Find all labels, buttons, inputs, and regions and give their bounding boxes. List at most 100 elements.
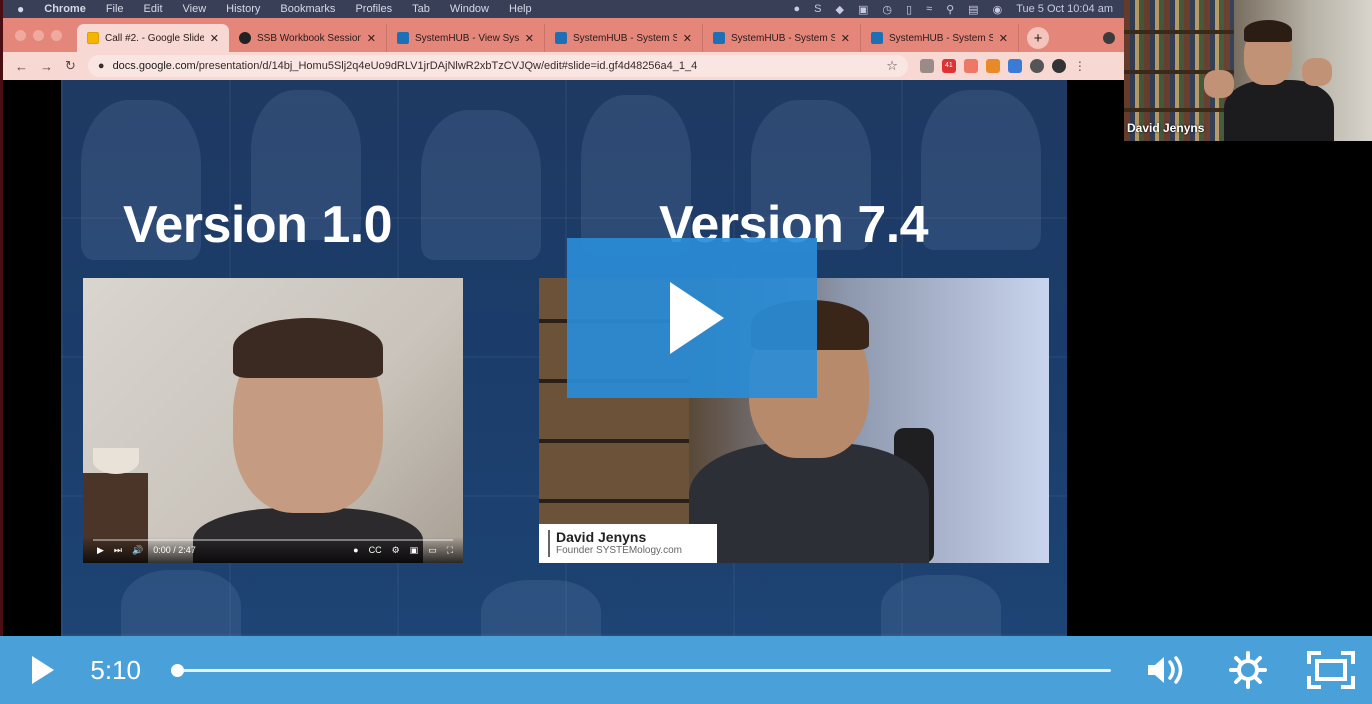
close-window-icon	[15, 30, 26, 41]
menu-bookmarks: Bookmarks	[280, 3, 336, 15]
search-icon: ⚲	[946, 3, 955, 16]
menu-help: Help	[509, 3, 532, 15]
play-icon: ▶	[97, 544, 104, 555]
menu-profiles: Profiles	[355, 3, 393, 15]
browser-tab: Call #2. - Google Slides ✕	[77, 24, 229, 52]
captions-icon: CC	[368, 545, 382, 555]
slide: Version 1.0 Version 7.4 ▶ ⏭ 🔊 0:00 / 2:4…	[61, 80, 1067, 636]
siri-icon: ◉	[992, 3, 1003, 16]
apple-icon: ●	[17, 2, 25, 16]
browser-tab: SystemHUB - System Sl ✕	[861, 24, 1019, 52]
current-time: 5:10	[90, 654, 141, 685]
battery-icon: ▯	[906, 3, 913, 16]
volume-icon	[1148, 656, 1183, 684]
lower-third-role: Founder SYSTEMology.com	[556, 545, 682, 556]
browser-toolbar: ← → ↻ ● docs.google.com/presentation/d/1…	[3, 52, 1124, 80]
fullscreen-button[interactable]	[1290, 636, 1372, 704]
tab-title: Call #2. - Google Slides	[105, 32, 204, 44]
webcam-panel: David Jenyns	[1124, 0, 1372, 636]
systemhub-icon	[397, 32, 409, 44]
minimize-window-icon	[33, 30, 44, 41]
theater-icon: ▭	[428, 544, 437, 555]
back-icon: ←	[15, 58, 28, 74]
slide-presentation: Version 1.0 Version 7.4 ▶ ⏭ 🔊 0:00 / 2:4…	[3, 80, 1124, 636]
menu-edit: Edit	[143, 3, 163, 15]
player-control-bar: 5:10	[0, 636, 1372, 704]
menubar-app-name: Chrome	[44, 3, 86, 15]
profile-avatar-icon	[1051, 59, 1066, 73]
systemhub-icon	[871, 32, 883, 44]
forward-icon: →	[40, 58, 53, 74]
close-tab-icon: ✕	[998, 32, 1008, 45]
calendar-extension-icon: 41	[941, 59, 956, 73]
url-host: docs.google.com	[112, 60, 196, 72]
github-icon	[239, 32, 251, 44]
menu-file: File	[105, 3, 124, 15]
reload-icon: ↻	[65, 58, 76, 73]
screen-icon: ▣	[857, 3, 869, 16]
browser-tab: SSB Workbook Session ✕	[229, 24, 387, 52]
control-center-icon: ▤	[968, 3, 979, 16]
recorded-screen: ● Chrome File Edit View History Bookmark…	[0, 0, 1124, 636]
systemhub-icon	[713, 32, 725, 44]
volume-icon: 🔊	[132, 544, 144, 555]
window-controls	[15, 30, 62, 41]
seek-bar[interactable]	[170, 660, 1111, 680]
seek-handle[interactable]	[170, 664, 184, 677]
gear-icon	[1229, 651, 1268, 689]
lower-third-name: David Jenyns	[556, 529, 647, 545]
big-play-button[interactable]	[567, 238, 817, 398]
menubar-clock: Tue 5 Oct 10:04 am	[1016, 3, 1113, 15]
dropbox-icon: ◆	[835, 3, 844, 16]
lock-icon: ●	[97, 60, 105, 72]
close-tab-icon: ✕	[524, 32, 534, 45]
seek-track	[170, 669, 1111, 672]
name-lower-third: David Jenyns Founder SYSTEMology.com	[539, 524, 717, 563]
settings-icon: ⚙	[391, 544, 400, 555]
play-button[interactable]	[0, 636, 82, 704]
zoom-window-icon	[51, 30, 62, 41]
play-icon	[670, 282, 724, 354]
menu-tab: Tab	[412, 3, 430, 15]
s-status-icon: S	[814, 3, 822, 15]
bookmark-star-icon: ☆	[886, 58, 898, 73]
embedded-video-time: 0:00 / 2:47	[153, 545, 196, 555]
extension-icon	[919, 59, 934, 73]
url-path: /presentation/d/14bj_Homu5Slj2q4eUo9dRLV…	[195, 60, 698, 72]
embedded-video-controls: ▶ ⏭ 🔊 0:00 / 2:47 ● CC ⚙ ▣ ▭ ⛶	[83, 537, 463, 563]
tab-title: SystemHUB - System Sl	[573, 32, 677, 44]
menu-view: View	[182, 3, 207, 15]
microphone-icon: ●	[793, 3, 801, 15]
tab-title: SSB Workbook Session	[257, 32, 361, 44]
browser-tabbar: Call #2. - Google Slides ✕ SSB Workbook …	[3, 18, 1124, 52]
video-player: ● Chrome File Edit View History Bookmark…	[0, 0, 1372, 704]
next-icon: ⏭	[113, 544, 123, 555]
clock-icon: ◷	[882, 3, 892, 16]
puzzle-icon	[1029, 59, 1044, 73]
settings-button[interactable]	[1207, 636, 1289, 704]
play-icon	[32, 656, 55, 684]
embedded-video-left: ▶ ⏭ 🔊 0:00 / 2:47 ● CC ⚙ ▣ ▭ ⛶	[83, 278, 463, 563]
autoplay-toggle-icon: ●	[353, 545, 359, 555]
browser-tab: SystemHUB - System Sl ✕	[703, 24, 861, 52]
browser-tab: SystemHUB - View Syst ✕	[387, 24, 545, 52]
tab-title: SystemHUB - System Sl	[731, 32, 835, 44]
menu-window: Window	[449, 3, 489, 15]
close-tab-icon: ✕	[840, 32, 850, 45]
miniplayer-icon: ▣	[409, 544, 419, 555]
tab-title: SystemHUB - System Sl	[889, 32, 993, 44]
new-tab-icon: +	[1027, 27, 1049, 49]
fullscreen-icon	[1306, 651, 1355, 689]
browser-tab: SystemHUB - System Sl ✕	[545, 24, 703, 52]
tab-search-icon	[1103, 32, 1115, 44]
close-tab-icon: ✕	[209, 32, 219, 45]
wifi-icon: ≈	[926, 3, 933, 15]
kebab-menu-icon: ⋮	[1073, 59, 1086, 73]
slides-icon	[87, 32, 99, 44]
address-bar: ● docs.google.com/presentation/d/14bj_Ho…	[87, 55, 908, 77]
mac-menubar: ● Chrome File Edit View History Bookmark…	[3, 0, 1124, 18]
participant-name: David Jenyns	[1127, 121, 1205, 135]
close-tab-icon: ✕	[366, 32, 376, 45]
volume-button[interactable]	[1125, 636, 1207, 704]
close-tab-icon: ✕	[682, 32, 692, 45]
